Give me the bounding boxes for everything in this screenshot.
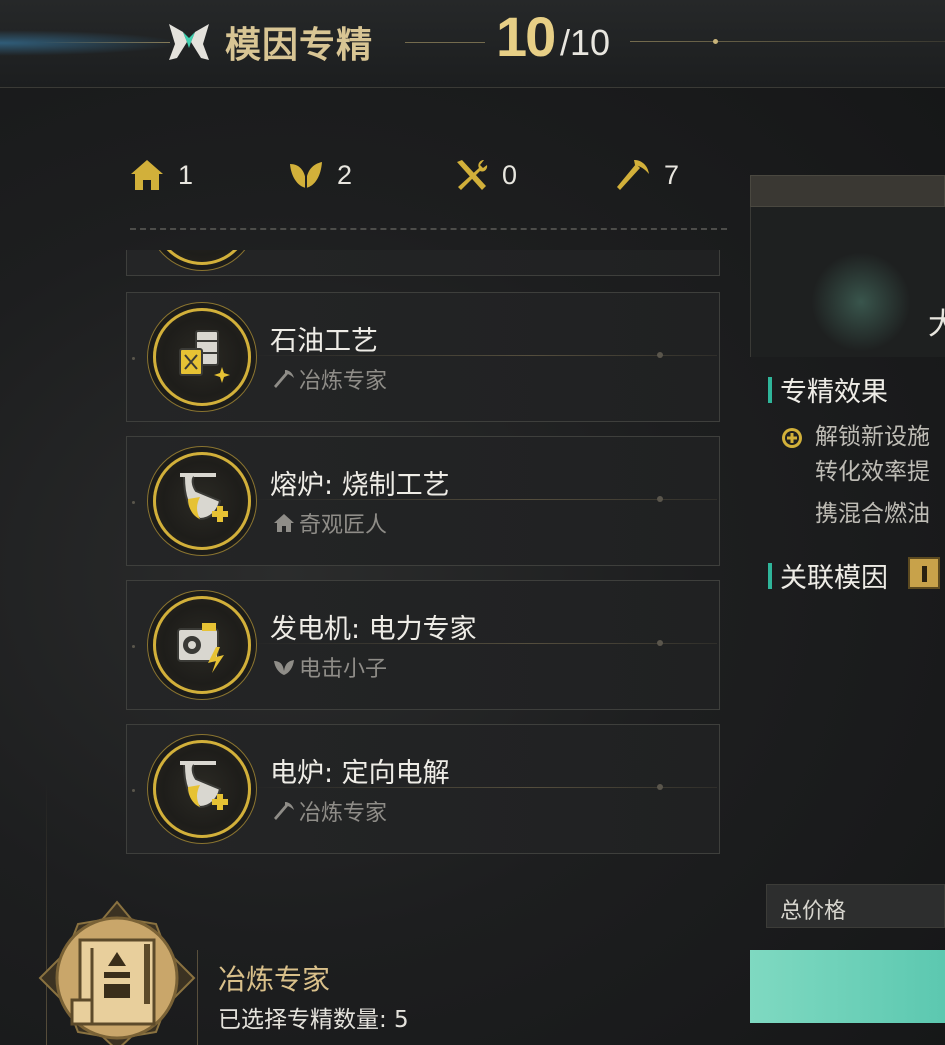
header-divider-right — [405, 42, 485, 43]
card-dot — [657, 784, 663, 790]
section-accent-bar — [768, 376, 772, 403]
card-dot — [132, 357, 135, 360]
page-title: 模因专精 — [225, 25, 374, 66]
spec-name: 熔炉: 烧制工艺 — [270, 470, 450, 501]
section-accent-bar — [768, 562, 772, 589]
spec-tag-label: 奇观匠人 — [299, 513, 388, 538]
selected-count-label: 已选择专精数量: 5 — [218, 1007, 409, 1033]
effect-heading-label: 专精效果 — [780, 377, 888, 408]
header-dot — [713, 39, 718, 44]
spec-tag-label: 冶炼专家 — [299, 369, 388, 394]
spec-card[interactable]: 石油工艺 冶炼专家 — [126, 292, 720, 422]
effect-line: 转化效率提 — [815, 459, 930, 485]
spec-badge — [153, 308, 251, 406]
stat-tools: 0 — [452, 155, 517, 195]
spec-badge — [153, 740, 251, 838]
oil-barrel-icon — [179, 330, 230, 383]
spec-badge — [153, 452, 251, 550]
related-heading: 关联模因 — [768, 556, 888, 595]
spec-name: 电炉: 定向电解 — [270, 758, 450, 789]
spec-tag: 冶炼专家 — [273, 795, 387, 827]
spec-tag: 奇观匠人 — [273, 507, 387, 539]
spec-tag-label: 冶炼专家 — [299, 801, 388, 826]
pickaxe-icon — [274, 802, 294, 820]
spec-name: 石油工艺 — [270, 326, 378, 357]
header-divider-far — [630, 41, 945, 42]
spec-card[interactable]: 电炉: 定向电解 冶炼专家 — [126, 724, 720, 854]
spec-card-partial[interactable] — [126, 250, 720, 276]
effect-line: 解锁新设施 — [815, 424, 930, 450]
header-glow — [0, 30, 180, 56]
confirm-button[interactable] — [750, 950, 945, 1023]
total-price-row: 总价格 — [766, 884, 945, 928]
leaf-icon — [274, 660, 294, 675]
stat-home: 1 — [128, 155, 193, 195]
pickaxe-icon — [617, 160, 649, 190]
top-bar: 模因专精 10 /10 — [0, 0, 945, 88]
smelter-emblem-icon[interactable] — [36, 900, 198, 1045]
detail-title: 大 — [928, 307, 945, 342]
preview-glow — [811, 252, 911, 352]
mastery-count-max: /10 — [560, 22, 611, 63]
card-dot — [132, 501, 135, 504]
spec-name: 发电机: 电力专家 — [270, 614, 477, 645]
stat-value: 7 — [664, 159, 680, 190]
card-dot — [132, 645, 135, 648]
card-dot — [657, 496, 663, 502]
pickaxe-icon — [274, 370, 294, 388]
card-dot — [132, 789, 135, 792]
meme-crossed-icon — [169, 24, 209, 60]
card-dot — [657, 352, 663, 358]
spec-tag: 冶炼专家 — [273, 363, 387, 395]
furnace-icon — [180, 473, 228, 522]
detail-panel-preview — [750, 207, 945, 357]
spec-card[interactable]: 熔炉: 烧制工艺 奇观匠人 — [126, 436, 720, 566]
spec-tag: 电击小子 — [273, 651, 387, 683]
spec-tag-label: 电击小子 — [299, 657, 388, 682]
stat-leaf: 2 — [287, 155, 352, 195]
spec-badge — [153, 596, 251, 694]
total-price-label: 总价格 — [780, 899, 847, 924]
card-dot — [657, 640, 663, 646]
related-heading-label: 关联模因 — [780, 563, 888, 594]
furnace-icon — [180, 761, 228, 810]
effect-line: 携混合燃油 — [815, 501, 930, 527]
selected-mastery-name: 冶炼专家 — [218, 963, 331, 996]
plus-circle-icon — [782, 428, 802, 448]
home-icon — [274, 514, 294, 532]
effect-heading: 专精效果 — [768, 370, 888, 409]
info-icon[interactable] — [908, 557, 940, 589]
specialization-list[interactable]: 石油工艺 冶炼专家 熔炉: 烧制工艺 奇观匠人 发电机: 电力专家 电击小子 电… — [126, 250, 720, 870]
detail-panel-header — [750, 175, 945, 207]
stat-pickaxe: 7 — [614, 155, 679, 195]
stat-value: 1 — [178, 159, 194, 190]
generator-icon — [177, 623, 224, 673]
stat-value: 0 — [502, 159, 518, 190]
leaf-icon — [290, 162, 322, 188]
header-divider-left — [40, 42, 170, 43]
home-icon — [131, 160, 163, 190]
mastery-count-current: 10 — [496, 5, 556, 68]
stats-divider — [130, 228, 727, 230]
spec-badge — [153, 250, 251, 265]
spec-card[interactable]: 发电机: 电力专家 电击小子 — [126, 580, 720, 710]
tools-icon — [457, 160, 488, 190]
stat-value: 2 — [337, 159, 353, 190]
